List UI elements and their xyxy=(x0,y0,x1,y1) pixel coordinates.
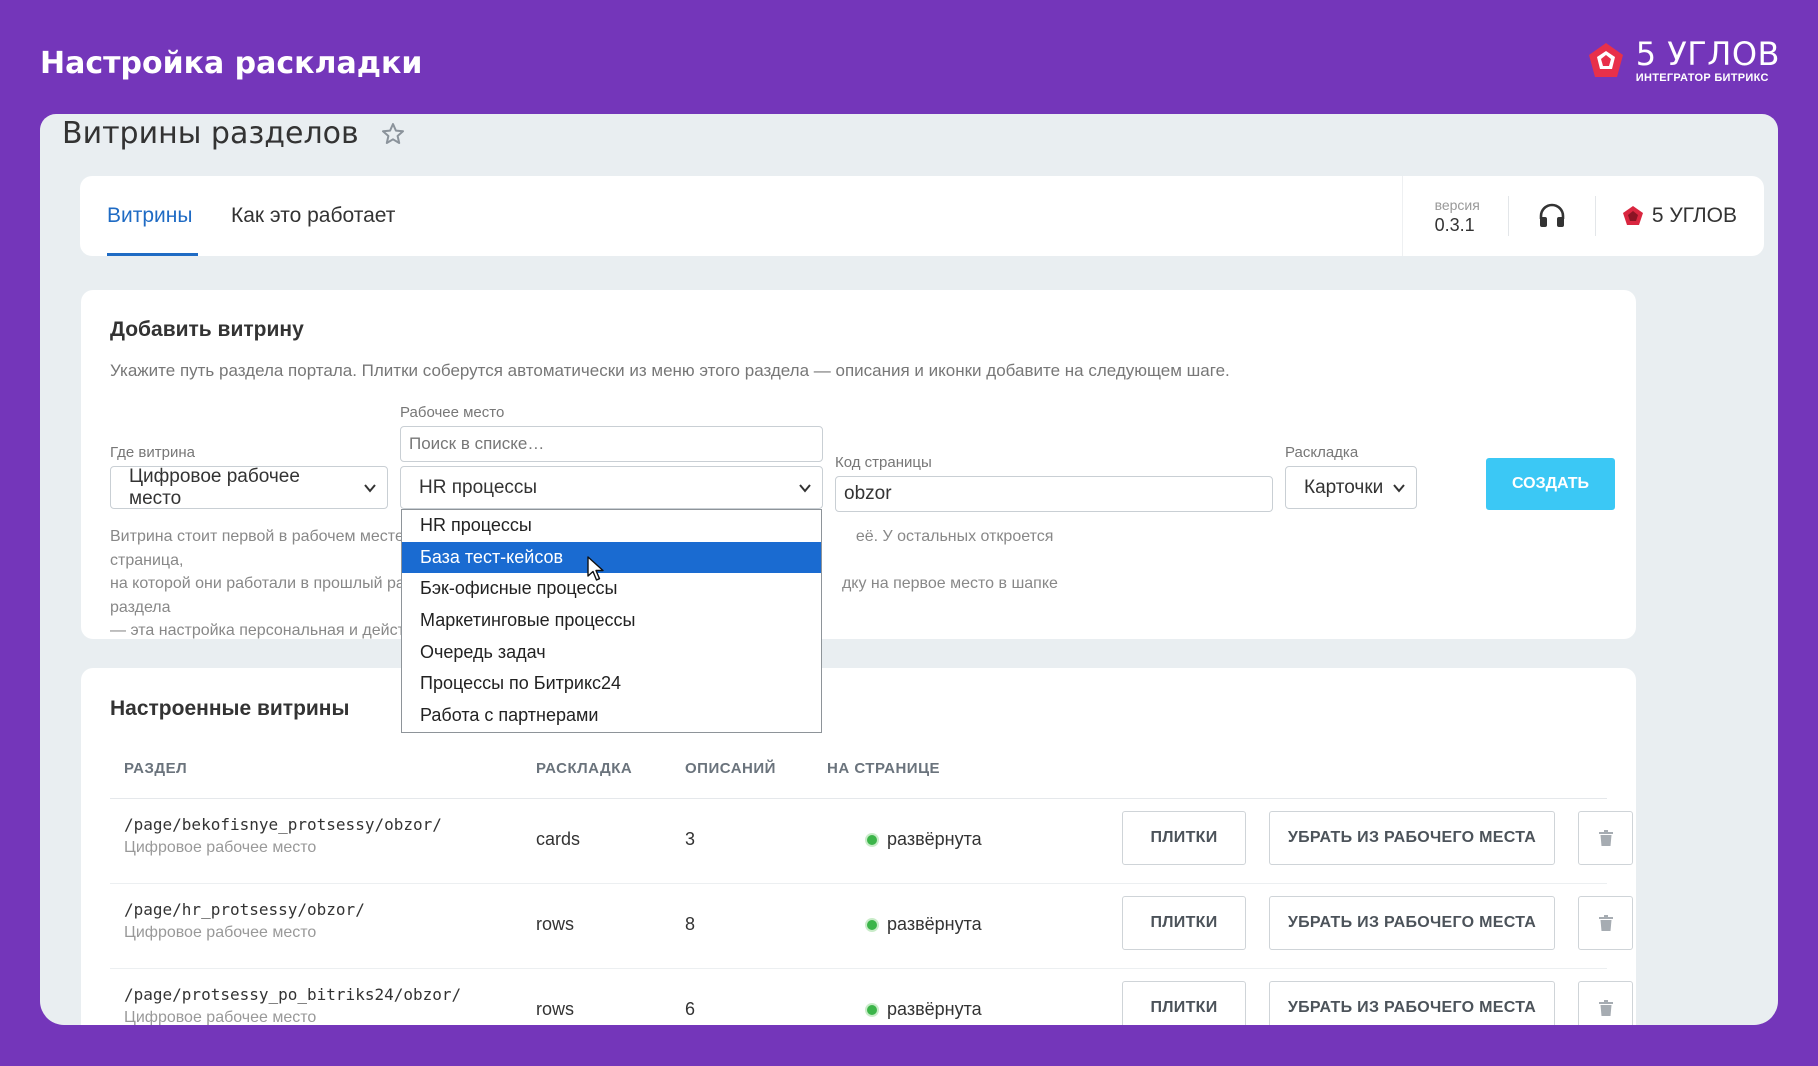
active-tab-indicator xyxy=(107,253,198,256)
hint-line-1: Витрина стоит первой в рабочем месте xyxy=(110,528,404,545)
star-icon[interactable] xyxy=(381,122,405,146)
status-badge: развёрнута xyxy=(865,829,982,850)
vendor-logo-icon xyxy=(1622,206,1643,225)
row-path: /page/protsessy_po_bitriks24/obzor/ xyxy=(124,985,462,1004)
configured-showcases-card: Настроенные витрины РАЗДЕЛ РАСКЛАДКА ОПИ… xyxy=(81,668,1636,1025)
version-label: версия xyxy=(1434,196,1480,213)
headphones-icon[interactable] xyxy=(1537,201,1567,231)
status-dot-icon xyxy=(865,1002,879,1017)
brand-subtitle: ИНТЕГРАТОР БИТРИКС xyxy=(1635,72,1769,84)
brand-name: 5 УГЛОВ xyxy=(1635,35,1780,73)
where-select-value: Цифровое рабочее место xyxy=(129,465,300,509)
row-workspace: Цифровое рабочее место xyxy=(124,1009,317,1025)
workspace-label: Рабочее место xyxy=(400,404,505,421)
delete-button[interactable] xyxy=(1578,896,1633,950)
brand-logo: 5 УГЛОВ ИНТЕГРАТОР БИТРИКС xyxy=(1586,38,1780,84)
row-count: 6 xyxy=(685,999,696,1019)
remove-from-workspace-button[interactable]: УБРАТЬ ИЗ РАБОЧЕГО МЕСТА xyxy=(1269,811,1555,865)
row-layout: rows xyxy=(536,914,575,934)
tab-how-it-works[interactable]: Как это работает xyxy=(231,204,395,228)
tab-showcases[interactable]: Витрины xyxy=(107,204,192,228)
outer-title: Настройка раскладки xyxy=(40,46,423,81)
tab-bar: Витрины Как это работает версия 0.3.1 5 … xyxy=(80,176,1764,256)
version-value: 0.3.1 xyxy=(1434,214,1475,235)
brand-logo-icon xyxy=(1588,43,1623,77)
page-code-label: Код страницы xyxy=(835,454,932,471)
delete-button[interactable] xyxy=(1578,811,1633,865)
delete-button[interactable] xyxy=(1578,981,1633,1025)
add-showcase-title: Добавить витрину xyxy=(110,318,304,341)
status-badge: развёрнута xyxy=(865,914,982,935)
tiles-button[interactable]: ПЛИТКИ xyxy=(1122,896,1246,950)
page-title: Витрины разделов xyxy=(62,116,359,151)
dropdown-option[interactable]: Работа с партнерами xyxy=(402,700,821,732)
trash-icon xyxy=(1598,915,1613,931)
layout-select-value: Карточки xyxy=(1304,476,1384,498)
create-button[interactable]: СОЗДАТЬ xyxy=(1486,458,1615,510)
dropdown-option-selected[interactable]: База тест-кейсов xyxy=(402,541,821,574)
mouse-cursor-icon xyxy=(587,556,604,581)
where-label: Где витрина xyxy=(110,444,195,461)
column-header-section: РАЗДЕЛ xyxy=(124,760,188,777)
status-text: развёрнута xyxy=(887,999,982,1019)
workspace-dropdown-list: HR процессы База тест-кейсов Бэк-офисные… xyxy=(401,509,822,733)
table-row: /page/bekofisnye_protsessy/obzor/ Цифров… xyxy=(81,799,1636,884)
hint-line-3: — эта настройка персональная и дейст xyxy=(110,622,405,639)
version-box: версия 0.3.1 xyxy=(1401,176,1508,256)
column-header-on-page: НА СТРАНИЦЕ xyxy=(827,760,941,777)
workspace-search-input[interactable]: Поиск в списке… xyxy=(400,426,823,462)
vendor-link[interactable]: 5 УГЛОВ xyxy=(1596,204,1764,228)
status-text: развёрнута xyxy=(887,914,982,934)
dropdown-option[interactable]: Очередь задач xyxy=(402,636,821,668)
row-count: 8 xyxy=(685,914,696,934)
dropdown-option[interactable]: Процессы по Битрикс24 xyxy=(402,668,821,700)
column-header-descriptions: ОПИСАНИЙ xyxy=(685,760,776,777)
trash-icon xyxy=(1598,830,1613,846)
layout-label: Раскладка xyxy=(1285,444,1359,461)
hint-line-2: на которой они работали в прошлый раз xyxy=(110,575,412,592)
dropdown-option[interactable]: Маркетинговые процессы xyxy=(402,605,821,637)
table-header: РАЗДЕЛ РАСКЛАДКА ОПИСАНИЙ НА СТРАНИЦЕ xyxy=(81,760,1636,795)
chevron-down-icon xyxy=(799,484,811,493)
workspace-select[interactable]: HR процессы xyxy=(400,466,823,509)
status-dot-icon xyxy=(865,917,879,932)
row-layout: cards xyxy=(536,829,581,849)
add-showcase-card: Добавить витрину Укажите путь раздела по… xyxy=(81,290,1636,639)
chevron-down-icon xyxy=(1393,484,1405,493)
status-dot-icon xyxy=(865,832,879,847)
table-row: /page/protsessy_po_bitriks24/obzor/ Цифр… xyxy=(81,969,1636,1025)
remove-from-workspace-button[interactable]: УБРАТЬ ИЗ РАБОЧЕГО МЕСТА xyxy=(1269,896,1555,950)
add-showcase-description: Укажите путь раздела портала. Плитки соб… xyxy=(110,361,1230,380)
where-select[interactable]: Цифровое рабочее место xyxy=(110,466,388,509)
layout-select[interactable]: Карточки xyxy=(1285,466,1417,509)
vendor-name: 5 УГЛОВ xyxy=(1651,204,1737,227)
tiles-button[interactable]: ПЛИТКИ xyxy=(1122,981,1246,1025)
workspace-select-value: HR процессы xyxy=(419,476,538,498)
page-heading: Витрины разделов xyxy=(62,116,405,151)
status-badge: развёрнута xyxy=(865,999,982,1020)
row-path: /page/hr_protsessy/obzor/ xyxy=(124,900,365,919)
column-header-layout: РАСКЛАДКА xyxy=(536,760,633,777)
table-row: /page/hr_protsessy/obzor/ Цифровое рабоч… xyxy=(81,884,1636,969)
page-code-input[interactable]: obzor xyxy=(835,476,1273,512)
app-window: Витрины разделов Витрины Как это работае… xyxy=(40,114,1778,1025)
dropdown-option[interactable]: Бэк-офисные процессы xyxy=(402,573,821,605)
chevron-down-icon xyxy=(364,484,376,493)
trash-icon xyxy=(1598,1000,1613,1016)
status-text: развёрнута xyxy=(887,829,982,849)
tiles-button[interactable]: ПЛИТКИ xyxy=(1122,811,1246,865)
row-workspace: Цифровое рабочее место xyxy=(124,924,317,941)
configured-showcases-title: Настроенные витрины xyxy=(110,697,350,720)
dropdown-option[interactable]: HR процессы xyxy=(402,510,821,542)
row-workspace: Цифровое рабочее место xyxy=(124,839,317,856)
row-count: 3 xyxy=(685,829,696,849)
remove-from-workspace-button[interactable]: УБРАТЬ ИЗ РАБОЧЕГО МЕСТА xyxy=(1269,981,1555,1025)
row-path: /page/bekofisnye_protsessy/obzor/ xyxy=(124,815,442,834)
row-layout: rows xyxy=(536,999,575,1019)
